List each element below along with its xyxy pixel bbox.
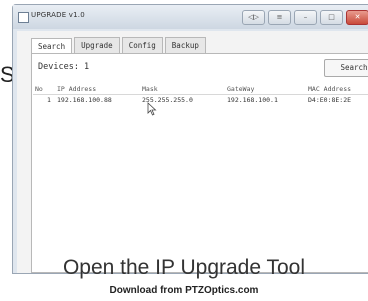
device-table: No IP Address Mask GateWay MAC Address 1… — [33, 84, 368, 106]
close-button[interactable]: ✕ — [346, 10, 368, 25]
col-mac-header[interactable]: MAC Address — [308, 85, 351, 93]
mouse-cursor-icon — [147, 102, 157, 116]
window-title: UPGRADE v1.0 — [31, 11, 85, 19]
menu-button[interactable]: ≡ — [268, 10, 291, 25]
download-footer: Download from PTZOptics.com — [109, 285, 259, 296]
tab-config[interactable]: Config — [121, 37, 163, 53]
app-icon — [18, 12, 29, 23]
cell-no: 1 — [47, 96, 51, 104]
window-controls: ◁▷ ≡ – □ ✕ — [242, 10, 368, 25]
title-bar[interactable]: UPGRADE v1.0 ◁▷ ≡ – □ ✕ — [13, 5, 368, 29]
window-client: Search Upgrade Config Backup Devices: 1 … — [17, 31, 368, 273]
tab-backup[interactable]: Backup — [164, 37, 206, 53]
devices-count: Devices: 1 — [38, 62, 90, 72]
cell-mac: D4:E0:8E:2E — [308, 96, 352, 104]
cell-gateway: 192.168.100.1 — [227, 96, 278, 104]
col-ip-header[interactable]: IP Address — [57, 85, 96, 93]
col-no-header[interactable]: No — [35, 85, 43, 93]
table-row[interactable]: 1 192.168.100.88 255.255.255.0 192.168.1… — [33, 95, 368, 106]
tab-search[interactable]: Search — [31, 38, 73, 54]
upgrade-window: UPGRADE v1.0 ◁▷ ≡ – □ ✕ Search Upgrade C… — [12, 4, 368, 274]
minimize-button[interactable]: – — [294, 10, 317, 25]
video-caption: Open the IP Upgrade Tool — [62, 256, 306, 279]
table-header: No IP Address Mask GateWay MAC Address — [33, 84, 368, 95]
tab-upgrade[interactable]: Upgrade — [74, 37, 120, 53]
cell-ip: 192.168.100.88 — [57, 96, 112, 104]
col-mask-header[interactable]: Mask — [142, 85, 158, 93]
search-button[interactable]: Search — [324, 59, 368, 77]
col-gateway-header[interactable]: GateWay — [227, 85, 254, 93]
maximize-button[interactable]: □ — [320, 10, 343, 25]
nav-arrows-button[interactable]: ◁▷ — [242, 10, 265, 25]
tab-bar: Search Upgrade Config Backup — [17, 31, 368, 54]
search-panel: Devices: 1 Search No IP Address Mask Gat… — [31, 53, 368, 273]
